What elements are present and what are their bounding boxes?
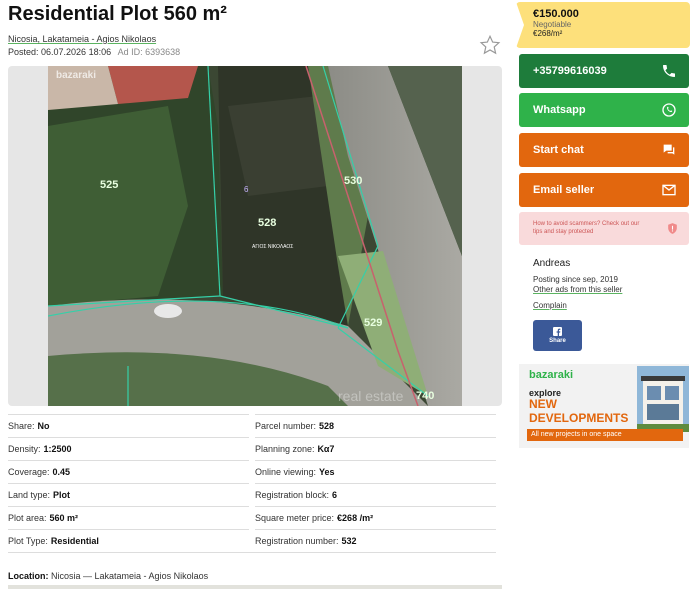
- block-label: 6: [244, 185, 249, 194]
- email-seller-label: Email seller: [533, 184, 595, 196]
- detail-cell: Parcel number: 528: [255, 414, 496, 437]
- facebook-icon: [553, 327, 562, 336]
- cadastral-aerial-photo[interactable]: bazaraki real estate 525 530 528 529 740…: [48, 66, 462, 406]
- detail-cell: Square meter price: €268 /m²: [255, 506, 496, 529]
- scam-notice[interactable]: How to avoid scammers? Check out our tip…: [519, 212, 689, 245]
- complain-link[interactable]: Complain: [533, 301, 567, 310]
- parcel-label: 530: [344, 175, 362, 187]
- photo-gallery[interactable]: bazaraki real estate 525 530 528 529 740…: [8, 66, 502, 406]
- detail-cell: Registration block: 6: [255, 483, 496, 506]
- shield-icon: [668, 223, 677, 234]
- price-amount: €150.000: [533, 8, 579, 20]
- price-per-sqm: €268/m²: [533, 29, 563, 38]
- share-label: Share: [549, 338, 566, 344]
- location-link[interactable]: Nicosia, Lakatameia - Agios Nikolaos: [8, 34, 156, 44]
- parcel-label: 528: [258, 217, 276, 229]
- new-developments-banner[interactable]: bazaraki explore NEW DEVELOPMENTS All ne…: [519, 364, 689, 448]
- chat-icon: [663, 144, 675, 155]
- details-row: Plot Type: Residential Registration numbe…: [8, 529, 496, 552]
- envelope-icon: [662, 184, 676, 196]
- details-row: Plot area: 560 m² Square meter price: €268…: [8, 506, 496, 529]
- favorite-star-icon[interactable]: [479, 34, 501, 56]
- start-chat-button[interactable]: Start chat: [519, 133, 689, 167]
- corner-watermark: real estate: [338, 388, 404, 404]
- location-value: Nicosia — Lakatameia - Agios Nikolaos: [51, 571, 209, 581]
- listing-title: Residential Plot 560 m²: [8, 3, 227, 25]
- scam-notice-text: How to avoid scammers? Check out our tip…: [533, 221, 640, 235]
- parcel-label: 740: [416, 390, 434, 402]
- detail-cell: Online viewing: Yes: [255, 460, 496, 483]
- facebook-share-button[interactable]: Share: [533, 320, 582, 351]
- phone-number: +35799616039: [533, 65, 607, 77]
- detail-cell: Planning zone: Κα7: [255, 437, 496, 460]
- detail-cell: Registration number: 532: [255, 529, 496, 552]
- phone-button[interactable]: +35799616039: [519, 54, 689, 88]
- seller-since: Posting since sep, 2019: [533, 275, 618, 284]
- area-overlay-text: ΑΓΙΟΣ ΝΙΚΟΛΑΟΣ: [252, 244, 293, 250]
- posted-date: Posted: 06.07.2026 18:06: [8, 47, 112, 57]
- price-box: €150.000 Negotiable €268/m²: [516, 2, 690, 48]
- email-seller-button[interactable]: Email seller: [519, 173, 689, 207]
- parcel-label: 529: [364, 317, 382, 329]
- posted-meta: Posted: 06.07.2026 18:06 Ad ID: 6393638: [8, 47, 180, 57]
- other-ads-link[interactable]: Other ads from this seller: [533, 285, 622, 294]
- banner-headline: NEW DEVELOPMENTS: [529, 397, 629, 425]
- location-label: Location:: [8, 571, 49, 581]
- price-negotiable: Negotiable: [533, 20, 572, 29]
- watermark-brand: bazaraki: [56, 70, 96, 81]
- detail-cell: Land type: Plot: [8, 483, 249, 506]
- details-table: Share: No Parcel number: 528 Density: 1:250…: [8, 414, 496, 553]
- details-row: Share: No Parcel number: 528: [8, 414, 496, 437]
- whatsapp-label: Whatsapp: [533, 104, 586, 116]
- detail-cell: Share: No: [8, 414, 249, 437]
- detail-cell: Plot area: 560 m²: [8, 506, 249, 529]
- details-row: Coverage: 0.45 Online viewing: Yes: [8, 460, 496, 483]
- ad-id: Ad ID: 6393638: [117, 47, 181, 57]
- details-row: Density: 1:2500 Planning zone: Κα7: [8, 437, 496, 460]
- house-illustration: [637, 366, 689, 432]
- banner-logo: bazaraki: [529, 369, 574, 381]
- whatsapp-button[interactable]: Whatsapp: [519, 93, 689, 127]
- whatsapp-icon: [662, 103, 676, 117]
- details-row: Land type: Plot Registration block: 6: [8, 483, 496, 506]
- detail-cell: Plot Type: Residential: [8, 529, 249, 552]
- banner-strip: All new projects in one space: [527, 429, 683, 441]
- start-chat-label: Start chat: [533, 144, 584, 156]
- details-divider: [8, 552, 496, 553]
- detail-cell: Coverage: 0.45: [8, 460, 249, 483]
- phone-icon: [663, 65, 675, 77]
- parcel-label: 525: [100, 179, 118, 191]
- location-line: Location: Nicosia — Lakatameia - Agios N…: [8, 571, 208, 581]
- seller-name: Andreas: [533, 258, 571, 269]
- map-preview[interactable]: [8, 585, 502, 589]
- detail-cell: Density: 1:2500: [8, 437, 249, 460]
